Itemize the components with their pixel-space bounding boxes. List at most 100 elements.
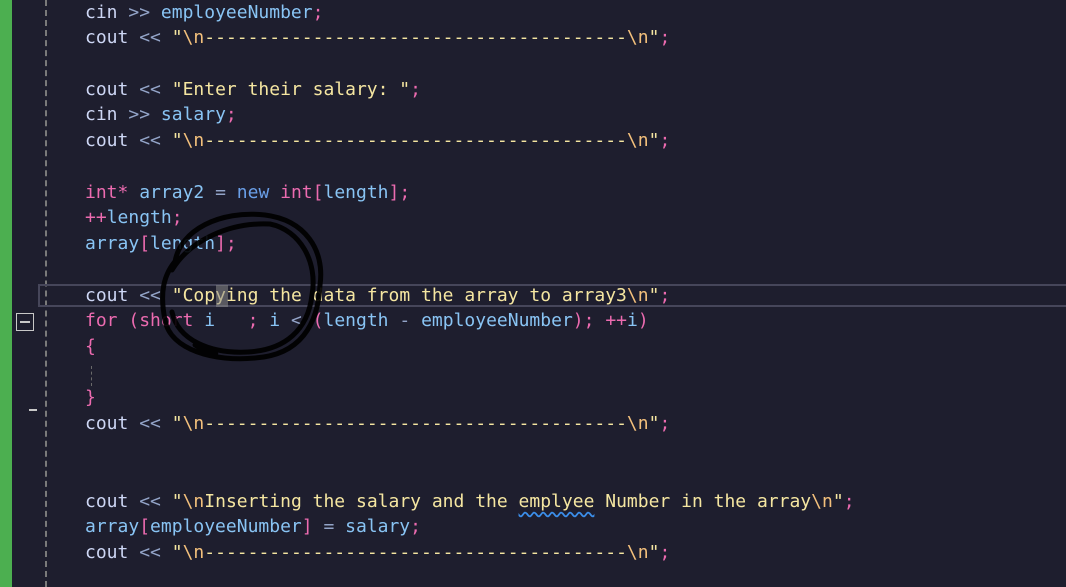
token: \n	[626, 542, 649, 563]
indent-guide	[91, 366, 92, 386]
token: length	[323, 182, 389, 203]
token: )	[572, 310, 584, 331]
token: short	[139, 310, 194, 331]
token: employeeNumber	[150, 516, 302, 537]
fold-end-marker	[29, 409, 37, 411]
code-line[interactable]: }	[85, 385, 96, 411]
token: cout	[85, 285, 129, 306]
token: ---------------------------------------	[204, 27, 627, 48]
token: ]	[301, 516, 313, 537]
token: ;	[410, 79, 421, 100]
code-line[interactable]: cout << "\n-----------------------------…	[85, 128, 670, 154]
token: ---------------------------------------	[204, 130, 627, 151]
token: <	[290, 310, 302, 331]
code-line[interactable]: cout << "\n-----------------------------…	[85, 25, 670, 51]
token: *	[117, 182, 129, 203]
token: ;	[659, 285, 671, 306]
token: <<	[139, 542, 161, 563]
token: <<	[139, 27, 161, 48]
text-cursor	[216, 285, 228, 307]
token: "	[171, 542, 183, 563]
token: [	[139, 233, 151, 254]
token: )	[637, 310, 649, 331]
code-line[interactable]: cout << "\n-----------------------------…	[85, 411, 670, 437]
token: length	[106, 207, 172, 228]
token: ;	[171, 207, 183, 228]
token: "	[648, 542, 660, 563]
token: ]	[215, 233, 226, 254]
token: "	[648, 285, 660, 306]
token: "	[648, 27, 660, 48]
code-line[interactable]: cin >> salary;	[85, 102, 237, 128]
token: length	[323, 310, 389, 331]
token: <<	[139, 285, 161, 306]
token: new	[236, 182, 270, 203]
code-line[interactable]: cin >> employeeNumber;	[85, 0, 323, 26]
token: }	[85, 387, 96, 408]
token: \n	[182, 491, 205, 512]
token: ;	[225, 233, 237, 254]
token: -	[399, 310, 411, 331]
token: \n	[811, 491, 833, 512]
code-line[interactable]: cout << "\nInserting the salary and the …	[85, 489, 855, 515]
code-line[interactable]: cout << " Copying the data from the array…	[85, 283, 670, 309]
code-line[interactable]: array[employeeNumber] = salary;	[85, 514, 421, 540]
token: >>	[128, 104, 151, 125]
code-line[interactable]: array[length];	[85, 231, 237, 257]
token: int	[85, 182, 118, 203]
code-line[interactable]: {	[85, 334, 96, 360]
token: \n	[182, 27, 205, 48]
token: "	[832, 491, 844, 512]
token: i	[204, 310, 216, 331]
token: <<	[139, 413, 161, 434]
token: "	[171, 413, 183, 434]
token: array2	[139, 182, 205, 203]
token: ;	[583, 310, 595, 331]
code-line[interactable]: cout << "Enter their salary: ";	[85, 77, 421, 103]
token: cout	[85, 79, 129, 100]
code-line[interactable]: ++length;	[85, 205, 183, 231]
code-editor[interactable]: cin >> employeeNumber; cout << "\n------…	[0, 0, 1066, 587]
token: employeeNumber	[421, 310, 573, 331]
token: int	[280, 182, 313, 203]
token: \n	[626, 27, 649, 48]
token: [	[312, 182, 324, 203]
token: cout	[85, 27, 129, 48]
token: "	[171, 27, 183, 48]
token: \n	[626, 285, 649, 306]
token: >>	[128, 2, 151, 23]
token: array	[85, 516, 140, 537]
token: \n	[182, 413, 205, 434]
token: employeeNumber	[160, 2, 313, 23]
collapse-icon[interactable]	[16, 313, 34, 331]
token: "	[648, 413, 660, 434]
token: ;	[843, 491, 855, 512]
code-line[interactable]: int* array2 = new int[length];	[85, 180, 410, 206]
token: i	[269, 310, 281, 331]
code-line[interactable]: cout << "\n-----------------------------…	[85, 540, 670, 566]
token: \n	[182, 542, 205, 563]
token: \n	[626, 130, 649, 151]
code-line[interactable]: for (short i ; i < (length - employeeNum…	[85, 308, 649, 334]
token: i	[627, 310, 638, 331]
token: [	[139, 516, 151, 537]
token: ;	[659, 130, 671, 151]
token: Copying the data from the array to array…	[182, 285, 627, 306]
token: (	[128, 310, 140, 331]
token: array	[85, 233, 140, 254]
token: "Enter their salary: "	[171, 79, 411, 100]
token: Number in the array	[594, 491, 812, 512]
spell-error-squiggle[interactable]: emplyee	[519, 491, 595, 512]
token: ;	[399, 182, 411, 203]
token: <<	[139, 491, 161, 512]
token: "	[171, 130, 183, 151]
token: cout	[85, 542, 129, 563]
token: cin	[85, 2, 118, 23]
token: length	[150, 233, 216, 254]
token: \n	[626, 413, 649, 434]
token: for	[85, 310, 118, 331]
token: =	[323, 516, 335, 537]
token: ]	[388, 182, 400, 203]
token: salary	[345, 516, 411, 537]
